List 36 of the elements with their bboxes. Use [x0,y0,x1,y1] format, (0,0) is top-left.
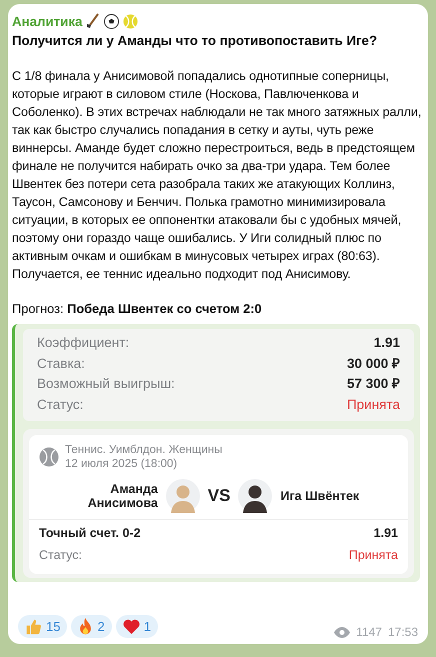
thumbs-up-icon [25,618,42,635]
tennis-ball-icon [39,447,59,467]
status-label: Статус: [39,547,82,564]
versus-label: VS [208,486,230,506]
bet-label: Статус: [37,396,84,414]
reaction-button[interactable]: 1 [116,615,158,638]
match-date: 12 июля 2025 (18:00) [65,457,178,471]
bet-value: 57 300 ₽ [346,375,400,393]
tennis-ball-icon [123,14,138,28]
player-avatar [166,479,200,513]
sender-name[interactable]: Аналитика [12,14,82,28]
market-text: Точный счет. 0-2 [39,525,141,542]
post-text: С 1/8 финала у Анисимовой попадались однотипные соперницы, которые играют в силовом стиле (Носкова, Павлюченкова и Соболенко). В этих встречах наблюдали не так много затяжных ралли, так как быстро случались попадания в сетку и ауты, чуть реже виннерсы. Аманде будет сложно перестроиться, ведь в предстоящем финале не получится набирать очко за два-три удара. Тем более Швентек без потери сета разобрала таких же атакующих Коллинз, Таусон, Самсонову и Бенчич. Полька грамотно минимизировала ситуации, в которых ее оппонентки атаковали бы с удобных мячей, поэтому они гораздо чаще ошибались. У Иги солидный плюс по активным очкам и ошибкам в минусовых четырех играх (80:63). Получается, ее теннис идеально подходит под Анисимову. [12,68,422,283]
player-name: Аманда Анисимова [86,482,158,510]
bet-label: Возможный выигрыш: [37,375,175,393]
hockey-stick-icon [86,13,100,29]
bet-label: Ставка: [37,354,85,372]
forecast-text: Прогноз: Победа Швентек со счетом 2:0 [12,301,263,316]
soccer-ball-icon [104,14,120,28]
message-time: 17:53 [388,625,418,639]
eye-icon [334,626,350,638]
bet-status: Принята [346,396,400,414]
bet-value: 1.91 [374,334,400,352]
league-text: Теннис. Уимблдон. Женщины [65,443,222,457]
bet-status: Принята [348,547,398,564]
bet-label: Коэффициент: [37,334,130,352]
reaction-button[interactable]: 2 [71,615,112,638]
view-count: 1147 [356,625,382,639]
heart-icon [122,619,140,634]
post-title: Получится ли у Аманды что то противопоставить Иге? [12,33,378,48]
player-avatar [238,479,272,513]
fire-icon [78,618,94,636]
odds-value: 1.91 [374,525,398,542]
player-name: Ига Швёнтек [280,489,360,503]
bet-value: 30 000 ₽ [346,354,400,372]
reaction-button[interactable]: 15 [18,615,68,638]
